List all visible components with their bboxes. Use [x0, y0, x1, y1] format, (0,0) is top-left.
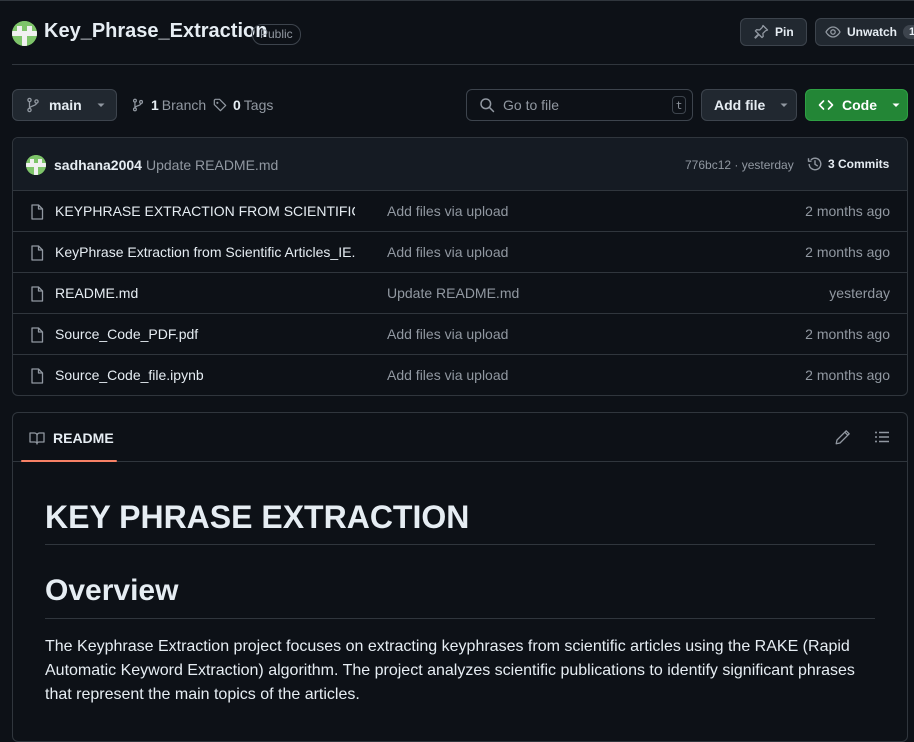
- tag-count-label: Tags: [243, 97, 274, 113]
- file-commit-message[interactable]: Add files via upload: [387, 326, 508, 342]
- owner-avatar[interactable]: [12, 21, 37, 46]
- search-icon: [479, 97, 495, 113]
- tag-count: 0: [233, 97, 241, 113]
- file-commit-message[interactable]: Update README.md: [387, 285, 519, 301]
- file-row[interactable]: README.md Update README.md yesterday: [13, 273, 907, 314]
- header-divider: [12, 64, 914, 65]
- branch-name: main: [49, 97, 82, 113]
- file-icon: [30, 368, 44, 384]
- watch-count: 1: [903, 25, 914, 39]
- file-name-link[interactable]: Source_Code_file.ipynb: [55, 367, 355, 383]
- readme-paragraph: The Keyphrase Extraction project focuses…: [45, 638, 855, 703]
- list-icon[interactable]: [874, 429, 890, 445]
- chevron-down-icon: [891, 100, 901, 110]
- file-row[interactable]: Source_Code_PDF.pdf Add files via upload…: [13, 314, 907, 355]
- file-commit-message[interactable]: Add files via upload: [387, 244, 508, 260]
- identicon-avatar-icon: [26, 155, 46, 175]
- chevron-down-icon: [779, 100, 789, 110]
- file-row[interactable]: KEYPHRASE EXTRACTION FROM SCIENTIFIC A..…: [13, 191, 907, 232]
- pin-label: Pin: [775, 25, 794, 39]
- readme-title: KEY PHRASE EXTRACTION: [45, 499, 470, 535]
- file-commit-message[interactable]: Add files via upload: [387, 203, 508, 219]
- code-button[interactable]: Code: [805, 89, 908, 121]
- file-row[interactable]: Source_Code_file.ipynb Add files via upl…: [13, 355, 907, 395]
- readme-section-heading: Overview: [45, 574, 179, 607]
- commit-hash-link[interactable]: 776bc12 · yesterday: [685, 158, 794, 172]
- book-icon: [29, 430, 45, 446]
- branch-count: 1: [151, 97, 159, 113]
- go-to-file-search[interactable]: t: [466, 89, 693, 121]
- git-branch-icon: [25, 97, 41, 113]
- pencil-icon[interactable]: [835, 429, 851, 445]
- file-name-link[interactable]: README.md: [55, 285, 355, 301]
- readme-panel: README KEY PHRASE EXTRACTION Overview Th…: [12, 412, 908, 742]
- readme-tab[interactable]: README: [21, 413, 117, 462]
- file-table: sadhana2004 Update README.md 776bc12 · y…: [12, 137, 908, 396]
- commits-count-label: 3 Commits: [828, 157, 890, 171]
- top-border: [0, 0, 914, 1]
- add-file-button[interactable]: Add file: [701, 89, 797, 121]
- file-name-link[interactable]: Source_Code_PDF.pdf: [55, 326, 355, 342]
- branch-count-label: Branch: [161, 97, 207, 113]
- pin-button[interactable]: Pin: [740, 18, 807, 46]
- eye-icon: [825, 24, 841, 40]
- pin-icon: [753, 24, 769, 40]
- active-tab-indicator: [21, 460, 117, 462]
- commit-author-link[interactable]: sadhana2004: [54, 157, 142, 173]
- file-commit-date: 2 months ago: [805, 244, 890, 260]
- file-commit-date: 2 months ago: [805, 203, 890, 219]
- readme-header: README: [13, 413, 907, 462]
- branches-link[interactable]: 1 Branch: [131, 97, 206, 113]
- readme-tab-label: README: [53, 429, 114, 446]
- branch-selector[interactable]: main: [12, 89, 117, 121]
- commit-author-avatar[interactable]: [26, 155, 46, 175]
- file-row[interactable]: KeyPhrase Extraction from Scientific Art…: [13, 232, 907, 273]
- commits-history-link[interactable]: 3 Commits: [807, 156, 889, 172]
- add-file-label: Add file: [714, 97, 766, 113]
- file-commit-date: 2 months ago: [805, 326, 890, 342]
- heading-divider: [45, 544, 875, 545]
- unwatch-label: Unwatch: [847, 25, 898, 39]
- shortcut-hint: t: [672, 96, 686, 114]
- git-branch-icon: [131, 98, 145, 112]
- file-commit-date: yesterday: [829, 285, 890, 301]
- file-icon: [30, 204, 44, 220]
- chevron-down-icon: [96, 100, 106, 110]
- latest-commit-row: sadhana2004 Update README.md 776bc12 · y…: [13, 138, 907, 191]
- file-commit-date: 2 months ago: [805, 367, 890, 383]
- visibility-badge: Public: [252, 24, 301, 45]
- file-icon: [30, 327, 44, 343]
- history-icon: [807, 156, 823, 172]
- tags-link[interactable]: 0 Tags: [213, 97, 273, 113]
- file-name-link[interactable]: KEYPHRASE EXTRACTION FROM SCIENTIFIC A..…: [55, 203, 355, 219]
- code-icon: [818, 97, 834, 113]
- heading-divider: [45, 618, 875, 619]
- identicon-avatar-icon: [12, 21, 37, 46]
- tag-icon: [213, 98, 227, 112]
- code-label: Code: [842, 97, 877, 113]
- search-input[interactable]: [503, 97, 653, 113]
- file-icon: [30, 245, 44, 261]
- file-commit-message[interactable]: Add files via upload: [387, 367, 508, 383]
- file-icon: [30, 286, 44, 302]
- repo-name-link[interactable]: Key_Phrase_Extraction: [44, 20, 267, 43]
- unwatch-button[interactable]: Unwatch 1: [815, 18, 914, 46]
- file-name-link[interactable]: KeyPhrase Extraction from Scientific Art…: [55, 244, 355, 260]
- commit-message-link[interactable]: Update README.md: [146, 157, 278, 173]
